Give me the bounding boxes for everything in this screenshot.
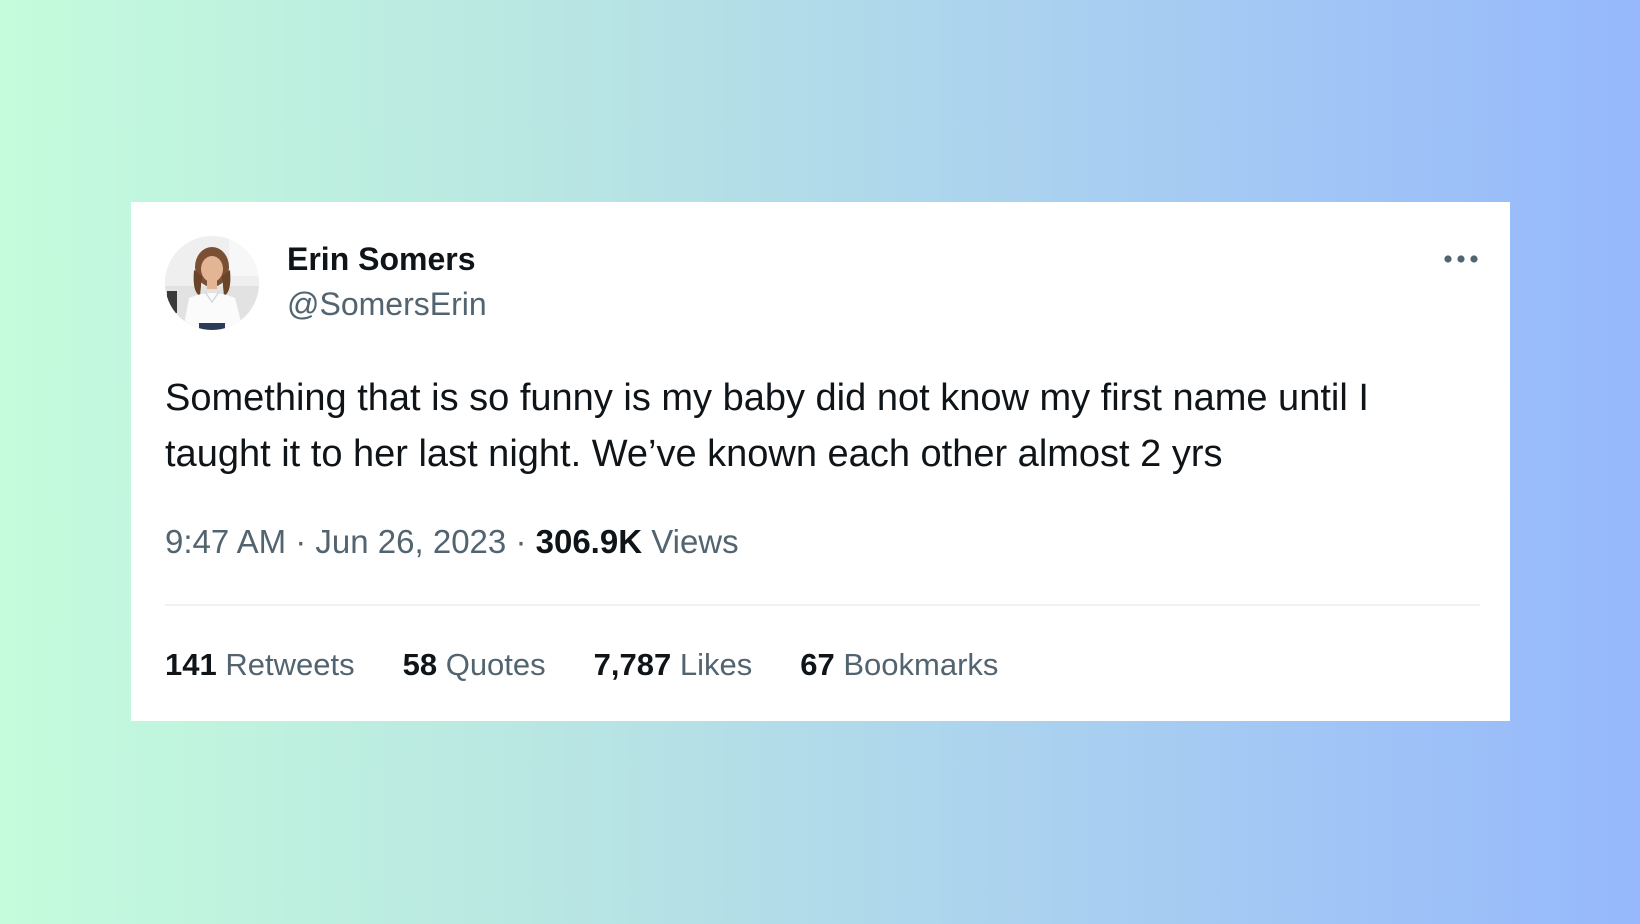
retweets-label: Retweets [225, 647, 355, 682]
more-horizontal-icon[interactable] [1442, 252, 1480, 264]
tweet-meta: 9:47 AM · Jun 26, 2023 · 306.9K Views [165, 522, 739, 562]
bookmarks-count: 67 [800, 647, 835, 682]
likes-label: Likes [679, 647, 753, 682]
author-handle[interactable]: @SomersErin [287, 285, 487, 323]
quotes-label: Quotes [445, 647, 546, 682]
tweet-card: Erin Somers @SomersErin Something that i… [131, 202, 1510, 721]
quotes-count: 58 [402, 647, 438, 682]
bookmarks-stat[interactable]: 67 Bookmarks [800, 646, 998, 683]
divider [165, 604, 1480, 606]
likes-stat[interactable]: 7,787 Likes [594, 646, 753, 683]
retweets-stat[interactable]: 141 Retweets [165, 646, 355, 683]
retweets-count: 141 [165, 647, 217, 682]
engagement-stats: 141 Retweets 58 Quotes 7,787 Likes 67 Bo… [165, 646, 998, 683]
views-count: 306.9K [535, 523, 643, 560]
views-label: Views [651, 523, 739, 560]
bookmarks-label: Bookmarks [843, 647, 999, 682]
tweet-time[interactable]: 9:47 AM [165, 523, 286, 560]
meta-separator: · [295, 523, 307, 560]
avatar-photo [165, 236, 259, 330]
meta-separator: · [515, 523, 527, 560]
author-display-name[interactable]: Erin Somers [287, 240, 476, 278]
tweet-date[interactable]: Jun 26, 2023 [315, 523, 506, 560]
avatar[interactable] [165, 236, 259, 330]
quotes-stat[interactable]: 58 Quotes [403, 646, 546, 683]
likes-count: 7,787 [593, 647, 672, 682]
tweet-text: Something that is so funny is my baby di… [165, 377, 1369, 475]
